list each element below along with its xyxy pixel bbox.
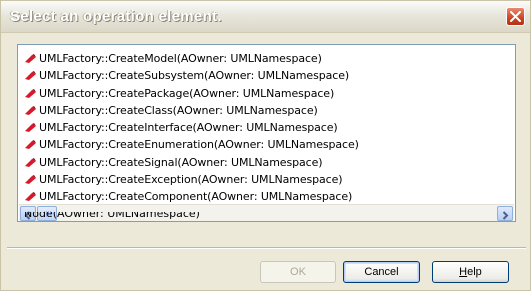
operation-icon bbox=[25, 105, 36, 115]
ok-button[interactable]: OK bbox=[260, 261, 336, 283]
arrow-right-icon bbox=[502, 211, 509, 220]
list-item[interactable]: UMLFactory::CreateEnumeration(AOwner: UM… bbox=[18, 136, 515, 153]
operation-label: UMLFactory::CreateClass(AOwner: UMLNames… bbox=[39, 103, 318, 117]
operation-icon bbox=[25, 54, 36, 63]
dialog-title: Select an operation element. bbox=[10, 8, 222, 25]
operation-icon bbox=[25, 157, 36, 167]
operation-label: UMLFactory::CreateModel(AOwner: UMLNames… bbox=[39, 52, 322, 65]
select-operation-dialog: Select an operation element. UMLFactory:… bbox=[0, 0, 531, 291]
operation-icon bbox=[25, 88, 36, 98]
operation-icon bbox=[25, 140, 36, 150]
list-item[interactable]: UMLFactory::CreateException(AOwner: UMLN… bbox=[18, 171, 515, 188]
list-item[interactable]: UMLFactory::CreatePackage(AOwner: UMLNam… bbox=[18, 85, 515, 102]
partial-list-item: Node(AOwner: UMLNamespace) bbox=[24, 212, 200, 221]
list-item[interactable]: UMLFactory::CreateSignal(AOwner: UMLName… bbox=[18, 154, 515, 171]
help-accelerator: H bbox=[459, 266, 468, 278]
partial-row-label: Node(AOwner: UMLNamespace) bbox=[24, 212, 200, 220]
title-bar[interactable]: Select an operation element. bbox=[1, 1, 530, 33]
scroll-right-button[interactable] bbox=[497, 206, 513, 221]
list-item[interactable]: UMLFactory::CreateModel(AOwner: UMLNames… bbox=[18, 50, 515, 67]
close-icon bbox=[510, 11, 521, 22]
operation-icon bbox=[25, 71, 36, 81]
operation-rows: UMLFactory::CreateModel(AOwner: UMLNames… bbox=[18, 50, 515, 206]
cancel-button[interactable]: Cancel bbox=[343, 261, 420, 283]
help-button[interactable]: Help bbox=[432, 261, 509, 283]
operation-label: UMLFactory::CreateException(AOwner: UMLN… bbox=[39, 173, 343, 187]
operation-label: UMLFactory::CreateEnumeration(AOwner: UM… bbox=[39, 138, 359, 152]
operation-icon bbox=[25, 192, 36, 202]
operation-label: UMLFactory::CreateInterface(AOwner: UMLN… bbox=[39, 121, 338, 135]
operation-icon bbox=[25, 123, 36, 133]
operation-list[interactable]: UMLFactory::CreateModel(AOwner: UMLNames… bbox=[17, 44, 516, 222]
operation-label: UMLFactory::CreatePackage(AOwner: UMLNam… bbox=[39, 86, 335, 100]
list-item[interactable]: UMLFactory::CreateSubsystem(AOwner: UMLN… bbox=[18, 67, 515, 84]
operation-label: UMLFactory::CreateSubsystem(AOwner: UMLN… bbox=[39, 69, 350, 83]
operation-label: UMLFactory::CreateSignal(AOwner: UMLName… bbox=[39, 155, 323, 169]
help-label-rest: elp bbox=[467, 266, 482, 278]
divider bbox=[7, 247, 526, 249]
list-item[interactable]: UMLFactory::CreateInterface(AOwner: UMLN… bbox=[18, 119, 515, 136]
list-item[interactable]: UMLFactory::CreateClass(AOwner: UMLNames… bbox=[18, 102, 515, 119]
operation-label: UMLFactory::CreateComponent(AOwner: UMLN… bbox=[39, 190, 353, 204]
close-button[interactable] bbox=[506, 7, 525, 26]
operation-icon bbox=[25, 175, 36, 185]
